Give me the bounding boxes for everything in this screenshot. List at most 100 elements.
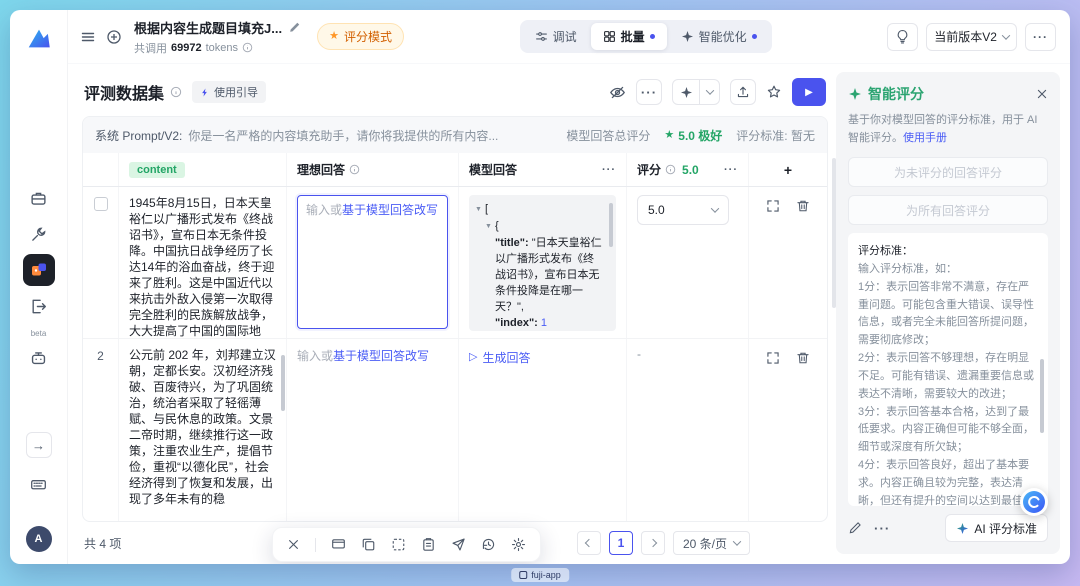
history-button[interactable] bbox=[481, 537, 496, 552]
panel-title: 智能评分 bbox=[868, 84, 924, 104]
avatar[interactable]: A bbox=[26, 526, 52, 552]
marquee-icon bbox=[391, 537, 406, 552]
criteria-textarea[interactable]: 评分标准： 输入评分标准，如： 1分：表示回答非常不满意，存在严重问题。可能包含… bbox=[848, 233, 1048, 506]
eye-off-icon bbox=[609, 84, 626, 101]
rewrite-from-model-link[interactable]: 基于模型回答改写 bbox=[342, 203, 438, 217]
notification-dot bbox=[650, 34, 655, 39]
ai-criteria-button[interactable]: AI 评分标准 bbox=[945, 514, 1048, 542]
guide-badge[interactable]: 使用引导 bbox=[192, 81, 266, 103]
edit-criteria-button[interactable] bbox=[848, 521, 862, 535]
expand-row-button[interactable] bbox=[766, 351, 780, 365]
prompt-label: 系统 Prompt/V2: bbox=[95, 127, 182, 144]
app-logo[interactable] bbox=[24, 24, 54, 54]
view-tabs: 调试 批量 智能优化 bbox=[520, 20, 772, 53]
close-panel-button[interactable] bbox=[1036, 88, 1048, 100]
caret-down-icon[interactable]: ▼ bbox=[475, 206, 482, 213]
run-button[interactable]: ▶ bbox=[792, 78, 826, 106]
sidebar-item-assistant-beta[interactable] bbox=[23, 342, 55, 374]
favorite-button[interactable] bbox=[766, 84, 782, 100]
sidebar: beta → A bbox=[10, 10, 68, 564]
scrollbar-thumb[interactable] bbox=[281, 355, 285, 411]
topbar: 根据内容生成题目填充J... 共调用69972tokens ★ 评分模式 bbox=[68, 10, 1070, 64]
score-column-menu[interactable]: ··· bbox=[724, 164, 738, 176]
history-icon bbox=[481, 537, 496, 552]
ideal-answer-cell[interactable]: 输入或基于模型回答改写 bbox=[287, 339, 459, 521]
scrollbar-thumb[interactable] bbox=[1040, 359, 1044, 433]
scrollbar-thumb[interactable] bbox=[609, 203, 613, 247]
ideal-answer-cell: 输入或基于模型回答改写 bbox=[287, 187, 459, 338]
clipboard-button[interactable] bbox=[421, 537, 436, 552]
send-icon bbox=[451, 537, 466, 552]
menu-icon[interactable] bbox=[80, 29, 96, 45]
agent-icon bbox=[31, 262, 47, 278]
current-page-button[interactable]: 1 bbox=[609, 531, 633, 555]
close-toolbar-button[interactable] bbox=[287, 538, 300, 551]
panel-more-button[interactable]: ··· bbox=[874, 521, 890, 536]
manual-link[interactable]: 使用手册 bbox=[903, 132, 947, 144]
topbar-more-button[interactable]: ··· bbox=[1025, 23, 1056, 51]
arrow-right-icon: → bbox=[32, 438, 45, 453]
model-answer-json[interactable]: ▼[ ▼{ "title": "日本天皇裕仁以广播形式发布《终战诏书》，宣布日本… bbox=[469, 195, 616, 331]
next-page-button[interactable] bbox=[641, 531, 665, 555]
hide-columns-button[interactable] bbox=[609, 84, 626, 101]
tips-button[interactable] bbox=[887, 23, 918, 51]
tab-optimize[interactable]: 智能优化 bbox=[669, 23, 769, 50]
sliders-icon bbox=[535, 30, 548, 43]
edit-title-icon[interactable] bbox=[288, 21, 301, 34]
star-icon: ★ bbox=[329, 31, 339, 42]
star-outline-icon bbox=[766, 84, 782, 100]
select-area-button[interactable] bbox=[391, 537, 406, 552]
assistant-logo-icon bbox=[1022, 490, 1046, 514]
tab-batch[interactable]: 批量 bbox=[591, 23, 667, 50]
assistant-bubble[interactable] bbox=[1020, 488, 1048, 516]
sparkle-icon bbox=[681, 30, 694, 43]
shortcut-keyboard-button[interactable] bbox=[23, 468, 55, 500]
score-select[interactable]: 5.0 bbox=[637, 195, 729, 225]
sidebar-item-agent-active[interactable] bbox=[23, 254, 55, 286]
ai-generate-dropdown[interactable] bbox=[699, 80, 719, 104]
prev-page-button[interactable] bbox=[577, 531, 601, 555]
table-row: 1945年8月15日，日本天皇裕仁以广播形式发布《终战诏书》，宣布日本无条件投降… bbox=[83, 187, 827, 339]
expand-sidebar-button[interactable]: → bbox=[26, 432, 52, 458]
more-icon: ··· bbox=[874, 521, 890, 536]
delete-row-button[interactable] bbox=[796, 351, 810, 365]
add-column-button[interactable]: + bbox=[749, 153, 827, 186]
window-view-button[interactable] bbox=[331, 537, 346, 552]
score-unrated-button[interactable]: 为未评分的回答评分 bbox=[848, 157, 1048, 187]
magic-sparkle-icon bbox=[680, 86, 693, 99]
system-prompt-bar[interactable]: 系统 Prompt/V2: 你是一名严格的内容填充助手，请你将我提供的所有内容.… bbox=[83, 117, 827, 153]
topbar-right: 当前版本V2 ··· bbox=[887, 23, 1056, 51]
model-column-menu[interactable]: ··· bbox=[602, 164, 616, 176]
sidebar-item-workspace[interactable] bbox=[23, 182, 55, 214]
content-cell[interactable]: 公元前 202 年，刘邦建立汉朝，定都长安。汉初经济残破、百废待兴，为了巩固统治… bbox=[119, 339, 287, 521]
page-size-select[interactable]: 20 条/页 bbox=[673, 531, 750, 555]
share-button[interactable] bbox=[451, 537, 466, 552]
pagination: 1 20 条/页 bbox=[577, 531, 750, 555]
caret-down-icon[interactable]: ▼ bbox=[485, 223, 492, 230]
export-button[interactable] bbox=[730, 79, 756, 105]
content-cell[interactable]: 1945年8月15日，日本天皇裕仁以广播形式发布《终战诏书》，宣布日本无条件投降… bbox=[119, 187, 287, 338]
session-title: 根据内容生成题目填充J... bbox=[134, 18, 282, 37]
settings-button[interactable] bbox=[511, 537, 526, 552]
content-row: 评测数据集 使用引导 ··· bbox=[68, 64, 1070, 564]
version-select[interactable]: 当前版本V2 bbox=[926, 23, 1017, 51]
sidebar-item-tools[interactable] bbox=[23, 218, 55, 250]
dataset-more-button[interactable]: ··· bbox=[636, 79, 662, 105]
row-checkbox[interactable] bbox=[94, 197, 108, 211]
copy-button[interactable] bbox=[361, 537, 376, 552]
delete-row-button[interactable] bbox=[796, 199, 810, 213]
ai-generate-button[interactable] bbox=[673, 80, 699, 104]
info-icon bbox=[349, 164, 360, 175]
circle-add-icon[interactable] bbox=[106, 29, 122, 45]
rewrite-from-model-link[interactable]: 基于模型回答改写 bbox=[333, 349, 429, 363]
watermark-badge: fuji-app bbox=[511, 568, 569, 582]
tab-debug[interactable]: 调试 bbox=[523, 23, 589, 50]
score-all-button[interactable]: 为所有回答评分 bbox=[848, 195, 1048, 225]
expand-row-button[interactable] bbox=[766, 199, 780, 213]
dataset-toolbar: ··· ▶ bbox=[609, 78, 826, 106]
sidebar-item-export[interactable] bbox=[23, 290, 55, 322]
score-cell: 5.0 bbox=[627, 187, 749, 338]
fullscreen-icon bbox=[766, 199, 780, 213]
generate-answer-button[interactable]: ▷ 生成回答 bbox=[469, 347, 530, 368]
ideal-answer-input[interactable]: 输入或基于模型回答改写 bbox=[297, 195, 448, 329]
